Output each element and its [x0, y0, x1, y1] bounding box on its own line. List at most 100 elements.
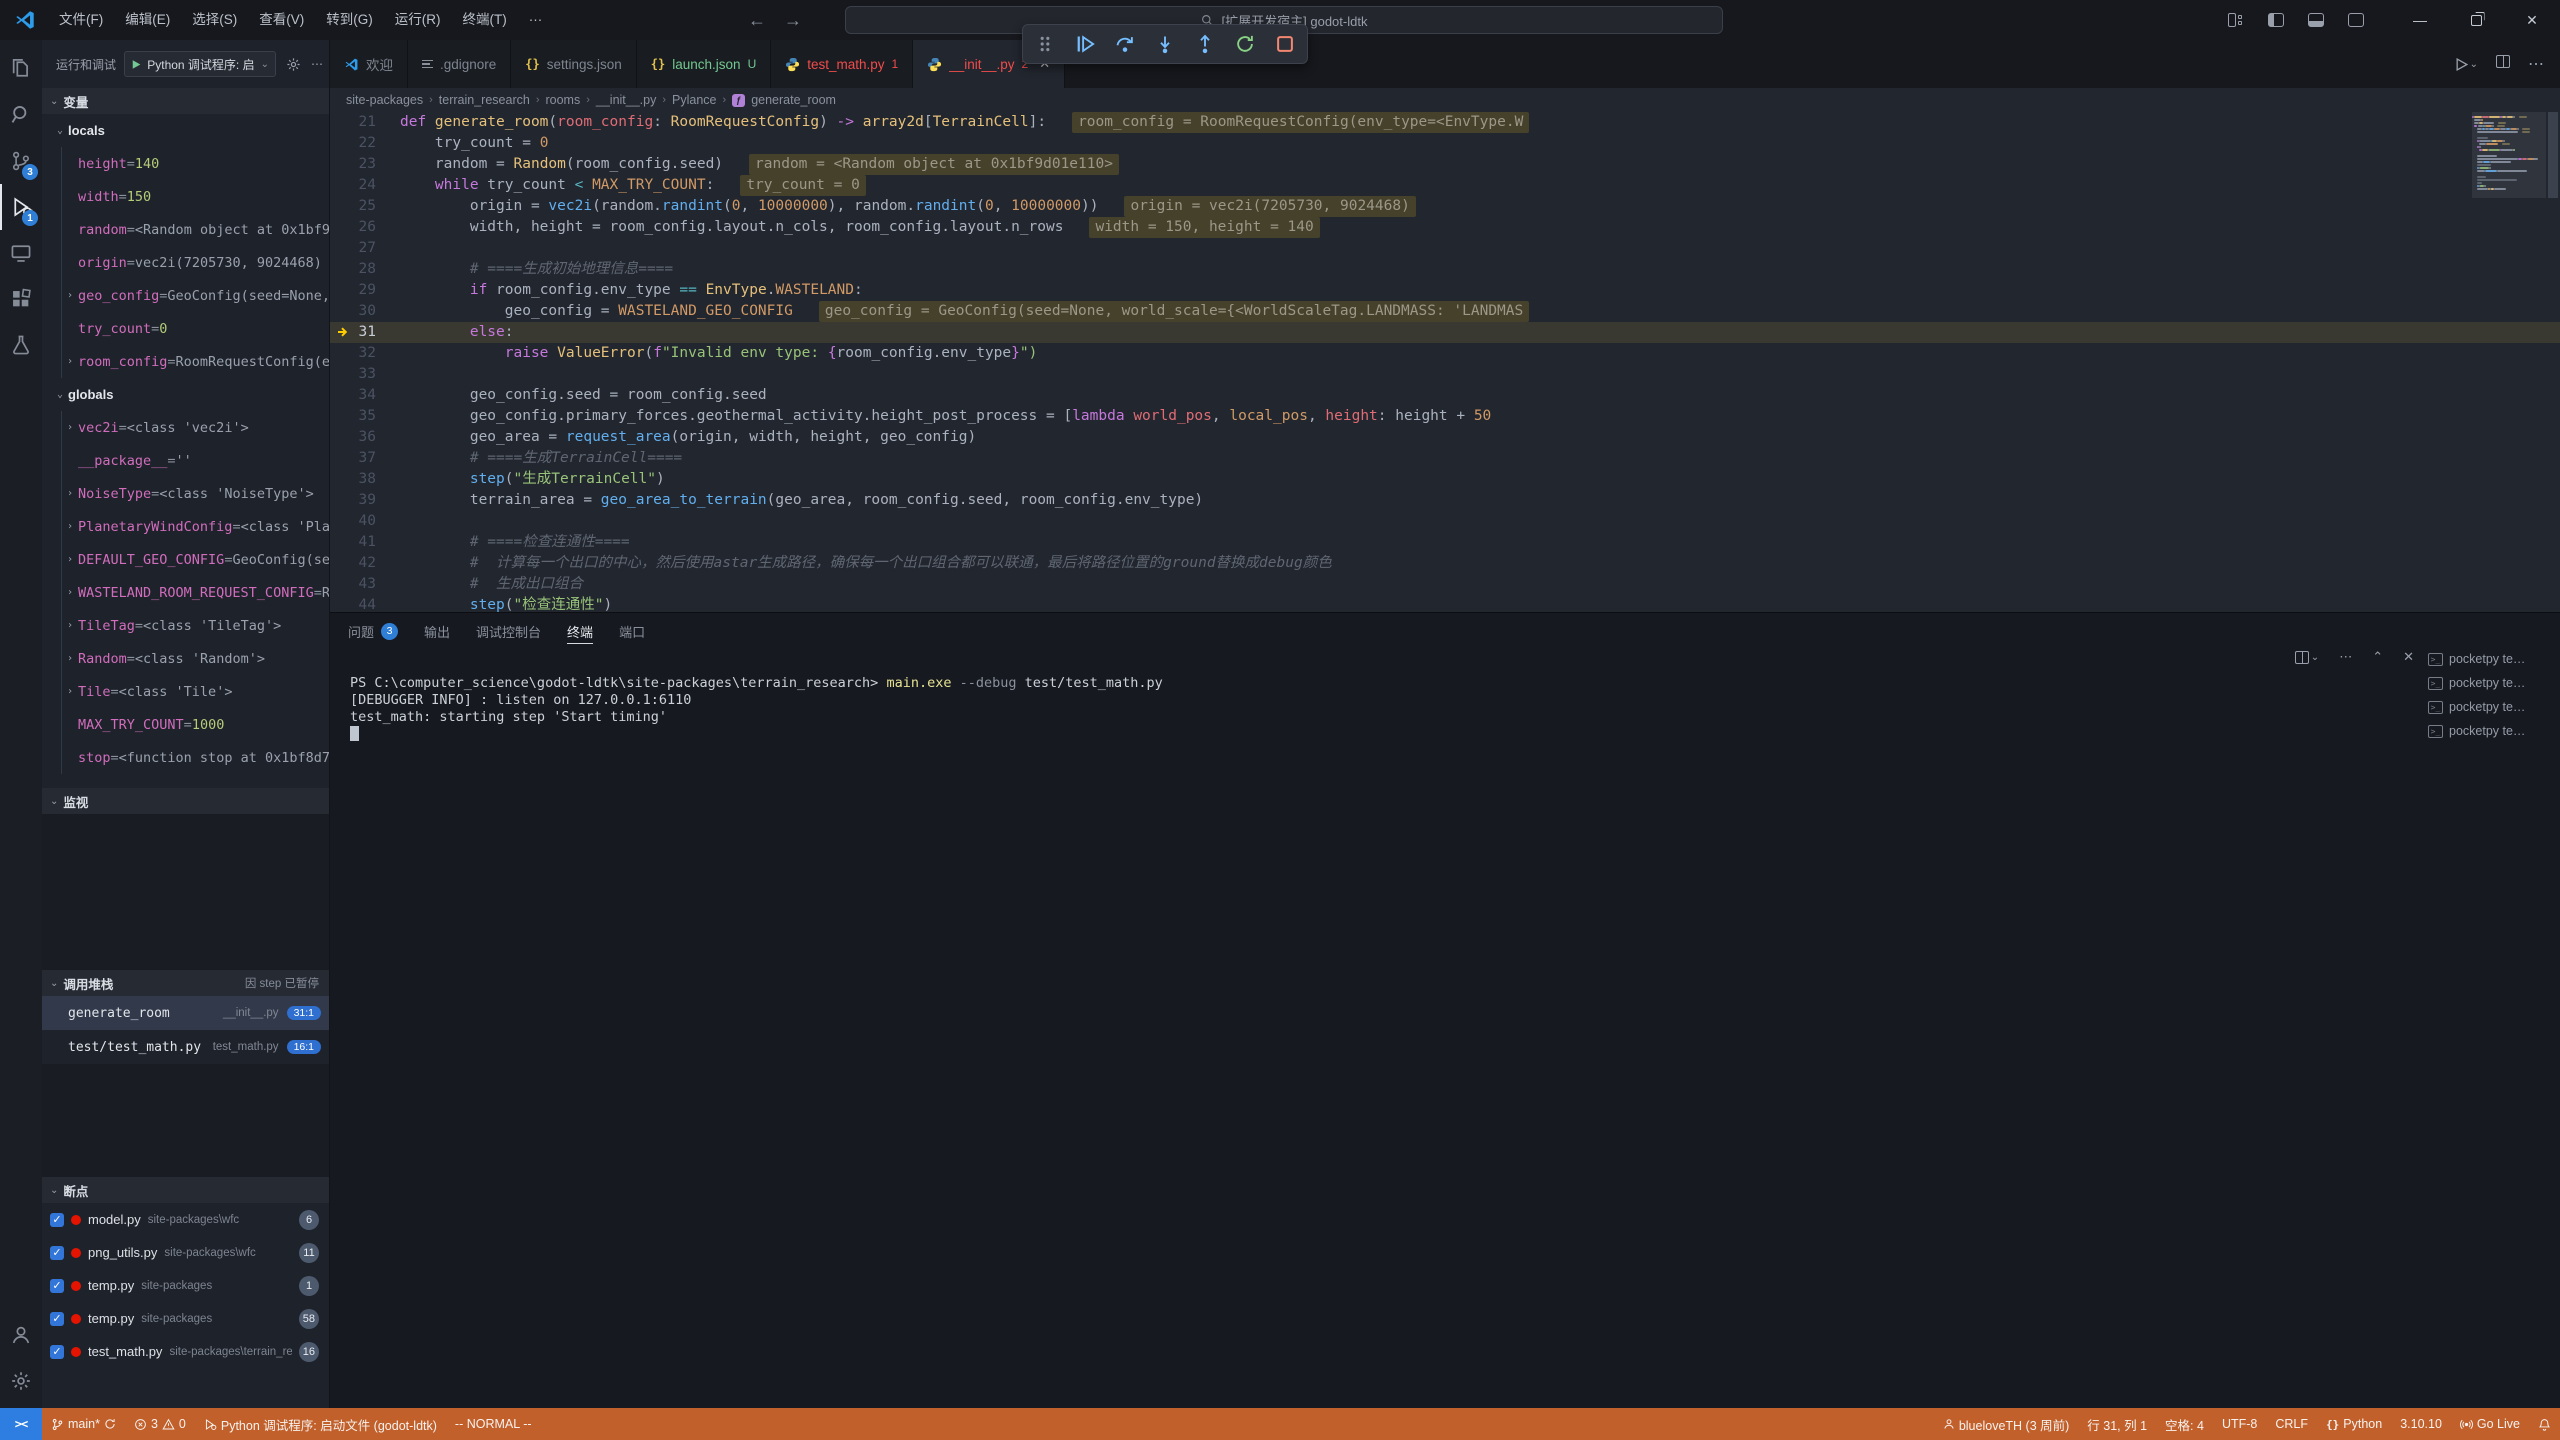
- breakpoint-checkbox[interactable]: ✓: [50, 1312, 64, 1326]
- line-number[interactable]: 28: [330, 259, 400, 280]
- call-stack-section-header[interactable]: ⌄ 调用堆栈 因 step 已暂停: [42, 970, 329, 996]
- line-number[interactable]: 26: [330, 217, 400, 238]
- call-stack-frame[interactable]: test/test_math.pytest_math.py16:1: [42, 1030, 329, 1064]
- line-number[interactable]: 40: [330, 511, 400, 532]
- code-line-43[interactable]: 43 # 生成出口组合: [330, 574, 2560, 595]
- code-line-26[interactable]: 26 width, height = room_config.layout.n_…: [330, 217, 2560, 238]
- chevron-right-icon[interactable]: ›: [62, 686, 78, 697]
- breakpoint-row[interactable]: ✓model.pysite-packages\wfc6: [42, 1203, 329, 1236]
- chevron-right-icon[interactable]: ›: [62, 620, 78, 631]
- panel-tab-终端[interactable]: 终端: [567, 613, 593, 649]
- maximize-panel-icon[interactable]: ⌃: [2372, 649, 2383, 665]
- code-line-42[interactable]: 42 # 计算每一个出口的中心，然后使用astar生成路径，确保每一个出口组合都…: [330, 553, 2560, 574]
- close-panel-icon[interactable]: ✕: [2403, 649, 2414, 665]
- breadcrumb-item[interactable]: site-packages: [346, 93, 423, 107]
- breakpoint-checkbox[interactable]: ✓: [50, 1246, 64, 1260]
- panel-tab-端口[interactable]: 端口: [619, 613, 645, 649]
- code-line-23[interactable]: 23 random = Random(room_config.seed)rand…: [330, 154, 2560, 175]
- line-number[interactable]: 29: [330, 280, 400, 301]
- activity-run-debug[interactable]: 1: [0, 184, 42, 230]
- variables-group-globals[interactable]: ⌄globals: [42, 378, 329, 411]
- variables-section-header[interactable]: ⌄ 变量: [42, 88, 329, 114]
- more-actions-icon[interactable]: ⋯: [2528, 54, 2544, 74]
- code-line-21[interactable]: 21def generate_room(room_config: RoomReq…: [330, 112, 2560, 133]
- chevron-right-icon[interactable]: ›: [62, 521, 78, 532]
- more-actions-icon[interactable]: ⋯: [311, 57, 323, 72]
- line-number[interactable]: 38: [330, 469, 400, 490]
- activity-accounts[interactable]: [0, 1312, 42, 1358]
- activity-testing[interactable]: [0, 322, 42, 368]
- notifications-status[interactable]: [2529, 1408, 2560, 1440]
- code-line-37[interactable]: 37 # ====生成TerrainCell====: [330, 448, 2560, 469]
- variable-row[interactable]: ›TileTag = <class 'TileTag'>: [62, 609, 329, 642]
- indentation-status[interactable]: 空格: 4: [2156, 1408, 2213, 1440]
- chevron-right-icon[interactable]: ›: [62, 587, 78, 598]
- code-line-40[interactable]: 40: [330, 511, 2560, 532]
- breakpoint-checkbox[interactable]: ✓: [50, 1213, 64, 1227]
- variable-row[interactable]: __package__ = '': [62, 444, 329, 477]
- line-number[interactable]: 21: [330, 112, 400, 133]
- code-editor[interactable]: 21def generate_room(room_config: RoomReq…: [330, 112, 2560, 612]
- code-line-36[interactable]: 36 geo_area = request_area(origin, width…: [330, 427, 2560, 448]
- blame-status[interactable]: blueloveTH (3 周前): [1934, 1408, 2078, 1440]
- breakpoint-row[interactable]: ✓temp.pysite-packages1: [42, 1269, 329, 1302]
- code-line-41[interactable]: 41 # ====检查连通性====: [330, 532, 2560, 553]
- code-line-33[interactable]: 33: [330, 364, 2560, 385]
- restart-icon[interactable]: [1233, 32, 1257, 56]
- variable-row[interactable]: random = <Random object at 0x1bf9d01e…: [62, 213, 329, 246]
- terminal-list-item[interactable]: >_pocketpy te…: [2424, 719, 2552, 743]
- remote-indicator[interactable]: ><: [0, 1408, 42, 1440]
- variable-row[interactable]: origin = vec2i(7205730, 9024468): [62, 246, 329, 279]
- variable-row[interactable]: ›PlanetaryWindConfig = <class 'Planeta…: [62, 510, 329, 543]
- menu-转到G[interactable]: 转到(G): [315, 0, 384, 40]
- toggle-secondary-sidebar-icon[interactable]: [2348, 13, 2364, 27]
- code-line-44[interactable]: 44 step("检查连通性"): [330, 595, 2560, 612]
- terminal-output[interactable]: PS C:\computer_science\godot-ldtk\site-p…: [330, 665, 2560, 744]
- panel-tab-调试控制台[interactable]: 调试控制台: [476, 613, 541, 649]
- line-number[interactable]: 35: [330, 406, 400, 427]
- line-number[interactable]: 41: [330, 532, 400, 553]
- watch-section-header[interactable]: ⌄ 监视: [42, 788, 329, 814]
- variable-row[interactable]: ›vec2i = <class 'vec2i'>: [62, 411, 329, 444]
- variable-row[interactable]: MAX_TRY_COUNT = 1000: [62, 708, 329, 741]
- activity-source-control[interactable]: 3: [0, 138, 42, 184]
- forward-icon[interactable]: →: [784, 10, 802, 31]
- panel-tab-问题[interactable]: 问题3: [348, 613, 398, 649]
- step-over-icon[interactable]: [1113, 32, 1137, 56]
- line-number[interactable]: 39: [330, 490, 400, 511]
- line-number[interactable]: 43: [330, 574, 400, 595]
- variable-row[interactable]: ›DEFAULT_GEO_CONFIG = GeoConfig(seed=1…: [62, 543, 329, 576]
- line-number[interactable]: 23: [330, 154, 400, 175]
- variable-row[interactable]: ›WASTELAND_ROOM_REQUEST_CONFIG = RoomR…: [62, 576, 329, 609]
- line-number[interactable]: 27: [330, 238, 400, 259]
- code-line-28[interactable]: 28 # ====生成初始地理信息====: [330, 259, 2560, 280]
- variable-row[interactable]: ›geo_config = GeoConfig(seed=None, wor…: [62, 279, 329, 312]
- more-actions-icon[interactable]: ⋯: [2339, 649, 2352, 665]
- tab--[interactable]: 欢迎: [330, 40, 408, 88]
- split-terminal-icon[interactable]: ⌄: [2295, 651, 2319, 664]
- activity-extensions[interactable]: [0, 276, 42, 322]
- activity-settings[interactable]: [0, 1358, 42, 1404]
- breakpoint-checkbox[interactable]: ✓: [50, 1345, 64, 1359]
- terminal-list-item[interactable]: >_pocketpy te…: [2424, 671, 2552, 695]
- activity-search[interactable]: [0, 92, 42, 138]
- breadcrumb-item[interactable]: __init__.py: [596, 93, 656, 107]
- go-live-status[interactable]: Go Live: [2451, 1408, 2529, 1440]
- variable-row[interactable]: ›NoiseType = <class 'NoiseType'>: [62, 477, 329, 510]
- call-stack-frame[interactable]: generate_room__init__.py31:1: [42, 996, 329, 1030]
- chevron-right-icon[interactable]: ›: [62, 422, 78, 433]
- line-number[interactable]: 36: [330, 427, 400, 448]
- variables-tree[interactable]: ⌄localsheight = 140width = 150random = <…: [42, 114, 329, 788]
- breakpoint-row[interactable]: ✓png_utils.pysite-packages\wfc11: [42, 1236, 329, 1269]
- back-icon[interactable]: ←: [748, 10, 766, 31]
- line-number[interactable]: 22: [330, 133, 400, 154]
- editor-scrollbar[interactable]: [2546, 112, 2560, 612]
- debug-config-dropdown[interactable]: Python 调试程序: 启 ⌄: [124, 51, 276, 77]
- menu-编辑E[interactable]: 编辑(E): [114, 0, 181, 40]
- python-interpreter-status[interactable]: 3.10.10: [2391, 1408, 2451, 1440]
- breadcrumb-item[interactable]: terrain_research: [439, 93, 530, 107]
- chevron-right-icon[interactable]: ›: [62, 488, 78, 499]
- code-line-39[interactable]: 39 terrain_area = geo_area_to_terrain(ge…: [330, 490, 2560, 511]
- line-number[interactable]: 37: [330, 448, 400, 469]
- line-number[interactable]: 25: [330, 196, 400, 217]
